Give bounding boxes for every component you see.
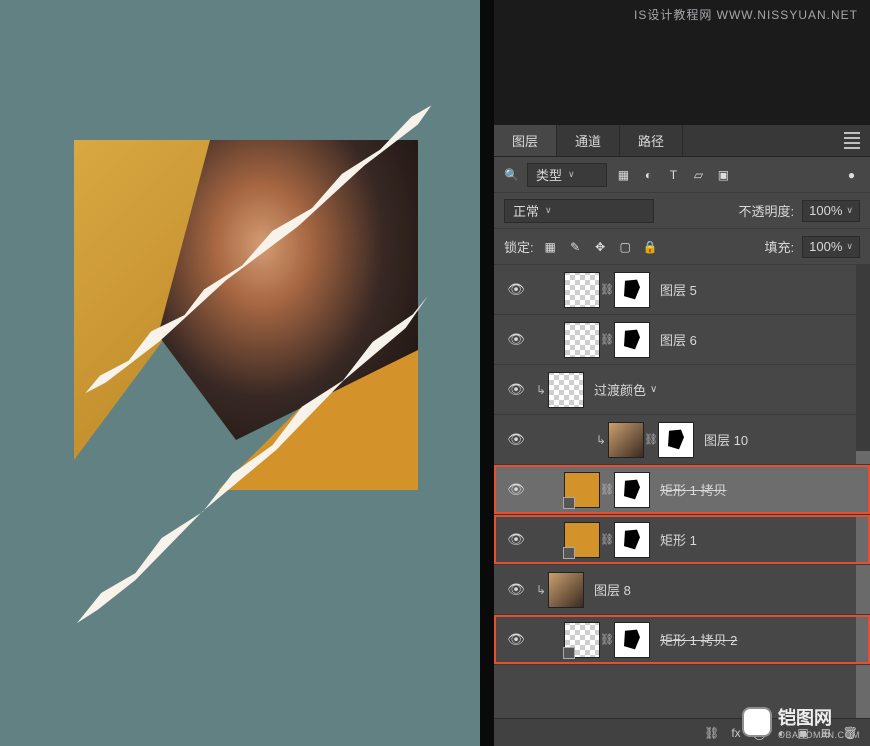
visibility-toggle-icon[interactable]: 👁 [498,381,534,398]
layer-thumbnail[interactable] [548,372,584,408]
filter-adjustment-icon[interactable]: ◐ [640,166,657,183]
layer-name[interactable]: 矩形 1 拷贝 2 [660,630,737,649]
link-icon: ⛓ [644,433,658,446]
tab-paths[interactable]: 路径 [620,125,683,156]
watermark-logo-icon [742,707,772,737]
composited-artwork [74,140,418,490]
layer-thumbnail[interactable] [614,522,650,558]
lock-artboard-icon[interactable]: ▢ [617,238,634,255]
visibility-toggle-icon[interactable]: 👁 [498,331,534,348]
link-layers-icon[interactable]: ⛓ [704,726,719,740]
layer-row[interactable]: 👁 ⛓ 图层 6 [494,315,870,365]
panel-menu-icon[interactable] [844,132,860,149]
panel-tabs: 图层 通道 路径 [494,125,870,157]
visibility-toggle-icon[interactable]: 👁 [498,431,534,448]
filter-smart-icon[interactable]: ▣ [715,166,732,183]
layer-row[interactable]: 👁 ⛓ 矩形 1 [494,515,870,565]
fill-input[interactable]: 100% ∨ [802,236,860,258]
fill-label: 填充: [765,237,795,256]
tab-channels[interactable]: 通道 [557,125,620,156]
layer-row[interactable]: 👁 ⛓ 图层 5 [494,265,870,315]
layer-thumbnail[interactable] [614,622,650,658]
layer-thumbnail[interactable] [658,422,694,458]
filter-shape-icon[interactable]: ▱ [690,166,707,183]
visibility-toggle-icon[interactable]: 👁 [498,281,534,298]
layer-thumbnail[interactable] [548,572,584,608]
lock-transparent-icon[interactable]: ▦ [542,238,559,255]
layer-thumbnail[interactable] [614,472,650,508]
lock-label: 锁定: [504,237,534,256]
layer-list[interactable]: 👁⛓图层 5👁⛓图层 6👁↳过渡颜色∨👁↳⛓图层 10👁⛓矩形 1 拷贝👁⛓矩形… [494,265,870,718]
layer-name[interactable]: 图层 5 [660,280,697,299]
opacity-input[interactable]: 100% ∨ [802,200,860,222]
filter-row: 🔍 类型 ∨ ▦ ◐ T ▱ ▣ ● [494,157,870,193]
layer-name[interactable]: 矩形 1 [660,530,697,549]
lock-row: 锁定: ▦ ✎ ✥ ▢ 🔒 填充: 100% ∨ [494,229,870,265]
link-icon: ⛓ [600,283,614,296]
layer-thumbnail[interactable] [564,472,600,508]
layer-row[interactable]: 👁↳ 过渡颜色 ∨ [494,365,870,415]
filter-toggle-icon[interactable]: ● [843,166,860,183]
watermark-top: IS设计教程网 WWW.NISSYUAN.NET [634,6,858,23]
visibility-toggle-icon[interactable]: 👁 [498,531,534,548]
layer-thumbnail[interactable] [564,272,600,308]
blend-mode-select[interactable]: 正常 ∨ [504,199,654,223]
canvas-area[interactable] [0,0,494,746]
watermark-text-cn: 铠图网 [778,704,860,730]
clip-indicator-icon: ↳ [594,433,608,447]
filter-type-select[interactable]: 类型 ∨ [527,163,607,187]
tab-layers[interactable]: 图层 [494,125,557,156]
layer-name[interactable]: 图层 6 [660,330,697,349]
chevron-down-icon: ∨ [846,241,853,252]
fill-value: 100% [809,239,842,254]
visibility-toggle-icon[interactable]: 👁 [498,481,534,498]
chevron-down-icon: ∨ [846,205,853,216]
lock-brush-icon[interactable]: ✎ [567,238,584,255]
blend-row: 正常 ∨ 不透明度: 100% ∨ [494,193,870,229]
clip-indicator-icon: ↳ [534,583,548,597]
layer-row[interactable]: 👁 ⛓ 矩形 1 拷贝 2 [494,615,870,665]
link-icon: ⛓ [600,333,614,346]
layer-row[interactable]: 👁 ↳ ⛓ 图层 10 [494,415,870,465]
right-column: IS设计教程网 WWW.NISSYUAN.NET 图层 通道 路径 🔍 类型 ∨… [494,0,870,746]
watermark-text-en: OBANOMAN.COM [778,730,860,740]
opacity-value: 100% [809,203,842,218]
layer-thumbnail[interactable] [608,422,644,458]
layer-row[interactable]: 👁 ⛓ 矩形 1 拷贝 [494,465,870,515]
lock-position-icon[interactable]: ✥ [592,238,609,255]
clip-indicator-icon: ↳ [534,383,548,397]
chevron-down-icon: ∨ [568,169,575,180]
link-icon: ⛓ [600,483,614,496]
layer-name[interactable]: 矩形 1 拷贝 [660,480,726,499]
layer-thumbnail[interactable] [614,272,650,308]
visibility-toggle-icon[interactable]: 👁 [498,581,534,598]
chevron-down-icon[interactable]: ∨ [650,384,657,395]
artboard[interactable] [0,0,480,746]
layer-fx-icon[interactable]: fx [731,726,740,740]
layer-row[interactable]: 👁↳ 图层 8 [494,565,870,615]
link-icon: ⛓ [600,533,614,546]
layer-thumbnail[interactable] [564,322,600,358]
layer-name[interactable]: 图层 10 [704,430,748,449]
layer-name[interactable]: 图层 8 [594,580,631,599]
filter-text-icon[interactable]: T [665,166,682,183]
filter-pixel-icon[interactable]: ▦ [615,166,632,183]
layers-panel: 图层 通道 路径 🔍 类型 ∨ ▦ ◐ T ▱ ▣ ● 正常 ∨ 不透明度: [494,125,870,746]
blend-mode-value: 正常 [513,201,539,220]
watermark-bottom: 铠图网 OBANOMAN.COM [742,704,860,740]
lock-all-icon[interactable]: 🔒 [642,238,659,255]
link-icon: ⛓ [600,633,614,646]
layer-name[interactable]: 过渡颜色 [594,380,646,399]
layer-thumbnail[interactable] [564,622,600,658]
layer-thumbnail[interactable] [564,522,600,558]
filter-type-label: 类型 [536,165,562,184]
layer-thumbnail[interactable] [614,322,650,358]
search-icon: 🔍 [504,168,519,182]
visibility-toggle-icon[interactable]: 👁 [498,631,534,648]
chevron-down-icon: ∨ [545,205,552,216]
opacity-label: 不透明度: [739,201,795,220]
